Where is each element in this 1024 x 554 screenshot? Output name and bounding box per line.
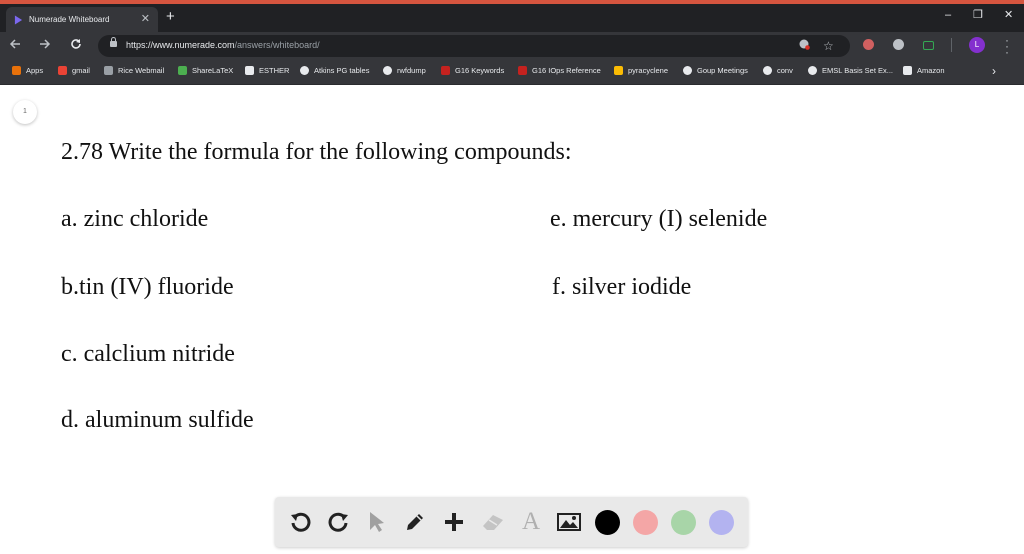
- restore-button[interactable]: ❐: [973, 9, 983, 21]
- extension-screen-icon[interactable]: [923, 41, 934, 50]
- image-tool-button[interactable]: [556, 508, 582, 536]
- bookmark-goup-meetings[interactable]: Goup Meetings: [683, 66, 748, 75]
- github-icon: [383, 66, 392, 75]
- apps-grid-icon: [12, 66, 21, 75]
- document-icon: [245, 66, 254, 75]
- gaussian-icon: [441, 66, 450, 75]
- undo-button[interactable]: [287, 508, 313, 536]
- bookmarks-bar: Apps gmail Rice Webmail ShareLaTeX ESTHE…: [0, 60, 1024, 85]
- folder-icon: [614, 66, 623, 75]
- bookmark-pyracyclene[interactable]: pyracyclene: [614, 66, 668, 75]
- github-icon: [300, 66, 309, 75]
- bookmarks-overflow-chevron-icon[interactable]: ›: [992, 64, 996, 78]
- pencil-icon: [407, 514, 423, 530]
- item-b: b.tin (IV) fluoride: [61, 274, 234, 300]
- cookie-blocked-icon[interactable]: [798, 38, 810, 54]
- item-f: f. silver iodide: [552, 274, 692, 300]
- bookmark-g16-keywords[interactable]: G16 Keywords: [441, 66, 504, 75]
- item-e: e. mercury (I) selenide: [550, 206, 768, 232]
- item-c: c. calclium nitride: [61, 341, 235, 367]
- redo-button[interactable]: [326, 508, 352, 536]
- image-icon: [557, 513, 581, 531]
- bookmark-sharelatex[interactable]: ShareLaTeX: [178, 66, 233, 75]
- gaussian-icon: [518, 66, 527, 75]
- bookmark-rwfdump[interactable]: rwfdump: [383, 66, 426, 75]
- tab-strip: Numerade Whiteboard ✕ + – ❐ ✕: [0, 4, 1024, 32]
- toolbar-divider: [951, 38, 952, 52]
- new-tab-button[interactable]: +: [166, 9, 175, 25]
- back-button[interactable]: [7, 37, 23, 53]
- sharelatex-icon: [178, 66, 187, 75]
- add-button[interactable]: [441, 508, 467, 536]
- extension-record-icon[interactable]: [863, 39, 874, 50]
- text-tool-button[interactable]: A: [518, 508, 544, 536]
- question-text: 2.78 Write the formula for the following…: [61, 139, 572, 165]
- webmail-icon: [104, 66, 113, 75]
- color-swatch-red[interactable]: [633, 510, 658, 535]
- whiteboard-canvas[interactable]: 1 2.78 Write the formula for the followi…: [0, 85, 1024, 554]
- github-icon: [808, 66, 817, 75]
- cursor-arrow-icon: [370, 512, 384, 532]
- page-indicator-button[interactable]: 1: [13, 100, 37, 124]
- profile-avatar[interactable]: L: [969, 37, 985, 53]
- eraser-icon: [483, 515, 503, 530]
- tab-title: Numerade Whiteboard: [29, 15, 110, 24]
- item-a: a. zinc chloride: [61, 206, 209, 232]
- redo-icon: [328, 512, 348, 532]
- bookmark-conv[interactable]: conv: [763, 66, 793, 75]
- select-tool-button[interactable]: [363, 508, 389, 536]
- tab-numerade-whiteboard[interactable]: Numerade Whiteboard ✕: [6, 7, 158, 32]
- github-icon: [763, 66, 772, 75]
- drawing-toolbar: A: [275, 497, 748, 547]
- bookmark-emsl-basis-set[interactable]: EMSL Basis Set Ex...: [808, 66, 893, 75]
- numerade-logo-icon: [14, 15, 23, 24]
- address-bar[interactable]: https://www.numerade.com/answers/whitebo…: [98, 35, 850, 57]
- tab-close-icon[interactable]: ✕: [141, 14, 150, 25]
- github-icon: [683, 66, 692, 75]
- lock-icon: [110, 37, 117, 47]
- bookmark-atkins-pg-tables[interactable]: Atkins PG tables: [300, 66, 369, 75]
- bookmark-amazon[interactable]: Amazon: [903, 66, 945, 75]
- browser-toolbar: https://www.numerade.com/answers/whitebo…: [0, 32, 1024, 60]
- close-window-button[interactable]: ✕: [1004, 9, 1013, 21]
- color-swatch-purple[interactable]: [709, 510, 734, 535]
- amazon-icon: [903, 66, 912, 75]
- plus-icon: [445, 513, 463, 531]
- bookmark-esther[interactable]: ESTHER: [245, 66, 289, 75]
- minimize-button[interactable]: –: [945, 9, 951, 21]
- bookmark-star-icon[interactable]: ☆: [823, 38, 834, 54]
- reload-button[interactable]: [68, 37, 84, 53]
- gmail-icon: [58, 66, 67, 75]
- forward-button[interactable]: [37, 37, 53, 53]
- pen-tool-button[interactable]: [402, 508, 428, 536]
- bookmark-rice-webmail[interactable]: Rice Webmail: [104, 66, 164, 75]
- arrow-right-icon: [40, 39, 51, 49]
- extension-circle-icon[interactable]: [893, 39, 904, 50]
- bookmark-apps[interactable]: Apps: [12, 66, 43, 75]
- item-d: d. aluminum sulfide: [61, 407, 254, 433]
- eraser-tool-button[interactable]: [480, 508, 506, 536]
- reload-icon: [71, 39, 81, 49]
- undo-icon: [291, 512, 311, 532]
- bookmark-g16-iops-reference[interactable]: G16 IOps Reference: [518, 66, 601, 75]
- url-text[interactable]: https://www.numerade.com/answers/whitebo…: [126, 40, 320, 50]
- arrow-left-icon: [9, 39, 20, 49]
- color-swatch-black[interactable]: [595, 510, 620, 535]
- menu-kebab-icon[interactable]: · · ·: [1004, 34, 1010, 58]
- color-swatch-green[interactable]: [671, 510, 696, 535]
- bookmark-gmail[interactable]: gmail: [58, 66, 90, 75]
